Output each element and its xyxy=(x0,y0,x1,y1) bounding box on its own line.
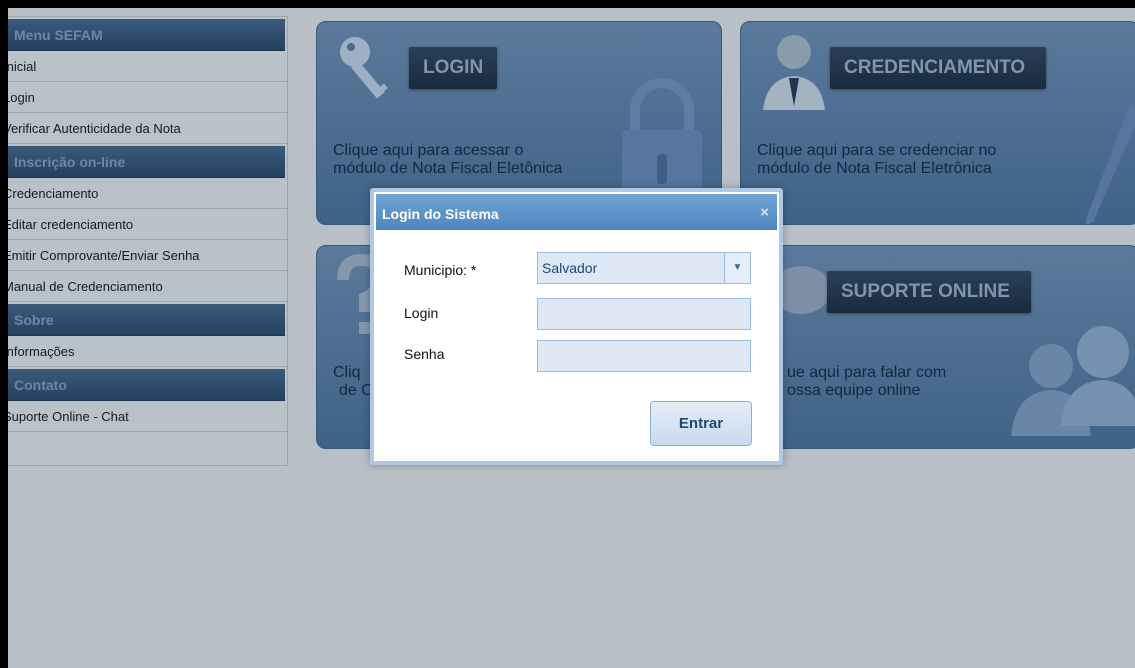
sidebar-item-login[interactable]: Login xyxy=(8,82,287,113)
sidebar-item-emitir-comprovante[interactable]: Emitir Comprovante/Enviar Senha xyxy=(8,240,287,271)
municipio-selected-value: Salvador xyxy=(542,260,598,276)
tile-suporte-desc-line1: ue aqui para falar com xyxy=(787,364,947,381)
tile-suporte-desc-line2: ossa equipe online xyxy=(787,382,921,399)
sidebar-section-inscricao: Inscrição on-line xyxy=(8,146,285,178)
dialog-header: Login do Sistema × xyxy=(376,194,777,230)
sidebar-section-menu-sefam: Menu SEFAM xyxy=(8,19,285,51)
tile-credenciamento-desc-line2: módulo de Nota Fiscal Eletrônica xyxy=(757,160,992,177)
sidebar-section-contato: Contato xyxy=(8,369,285,401)
tile-login-desc-line2: módulo de Nota Fiscal Eletônica xyxy=(333,160,563,177)
tile-ajuda-desc-line2: de C xyxy=(339,382,373,399)
login-input[interactable] xyxy=(537,298,751,330)
senha-input[interactable] xyxy=(537,340,751,372)
tile-suporte-online[interactable]: SUPORTE ONLINE ue aqui para falar com os… xyxy=(740,245,1135,449)
login-dialog: Login do Sistema × Municipio: * Salvador… xyxy=(370,188,783,465)
municipio-label: Municipio: * xyxy=(404,262,477,278)
tile-credenciamento-desc-line1: Clique aqui para se credenciar no xyxy=(757,142,997,159)
tile-login-title: LOGIN xyxy=(409,47,498,89)
entrar-button[interactable]: Entrar xyxy=(650,401,752,446)
municipio-select[interactable]: Salvador ▼ xyxy=(537,252,751,284)
tile-login-desc-line1: Clique aqui para acessar o xyxy=(333,142,524,159)
tile-ajuda-desc-line1: Cliq xyxy=(333,364,361,381)
senha-label: Senha xyxy=(404,346,445,362)
chevron-down-icon[interactable]: ▼ xyxy=(724,253,750,283)
sidebar-item-suporte-online[interactable]: Suporte Online - Chat xyxy=(8,401,287,432)
sidebar-item-informacoes[interactable]: Informações xyxy=(8,336,287,367)
sidebar-item-verificar-autenticidade[interactable]: Verificar Autenticidade da Nota xyxy=(8,113,287,144)
users-icon xyxy=(1011,326,1135,436)
tile-credenciamento-title: CREDENCIAMENTO xyxy=(830,47,1046,89)
tile-suporte-online-title: SUPORTE ONLINE xyxy=(827,271,1031,313)
tile-credenciamento[interactable]: CREDENCIAMENTO Clique aqui para se crede… xyxy=(740,21,1135,225)
screen: Menu SEFAM Inicial Login Verificar Auten… xyxy=(8,8,1135,668)
login-label: Login xyxy=(404,305,439,321)
sidebar-menu: Menu SEFAM Inicial Login Verificar Auten… xyxy=(8,16,288,466)
sidebar-item-editar-credenciamento[interactable]: Editar credenciamento xyxy=(8,209,287,240)
sidebar-item-manual-credenciamento[interactable]: Manual de Credenciamento xyxy=(8,271,287,302)
sidebar-item-credenciamento[interactable]: Credenciamento xyxy=(8,178,287,209)
close-icon[interactable]: × xyxy=(760,204,769,221)
sidebar-section-sobre: Sobre xyxy=(8,304,285,336)
key-icon xyxy=(340,37,388,99)
person-icon xyxy=(763,35,825,110)
sidebar-item-inicial[interactable]: Inicial xyxy=(8,51,287,82)
dialog-title: Login do Sistema xyxy=(382,206,499,222)
pen-icon xyxy=(1085,102,1135,224)
